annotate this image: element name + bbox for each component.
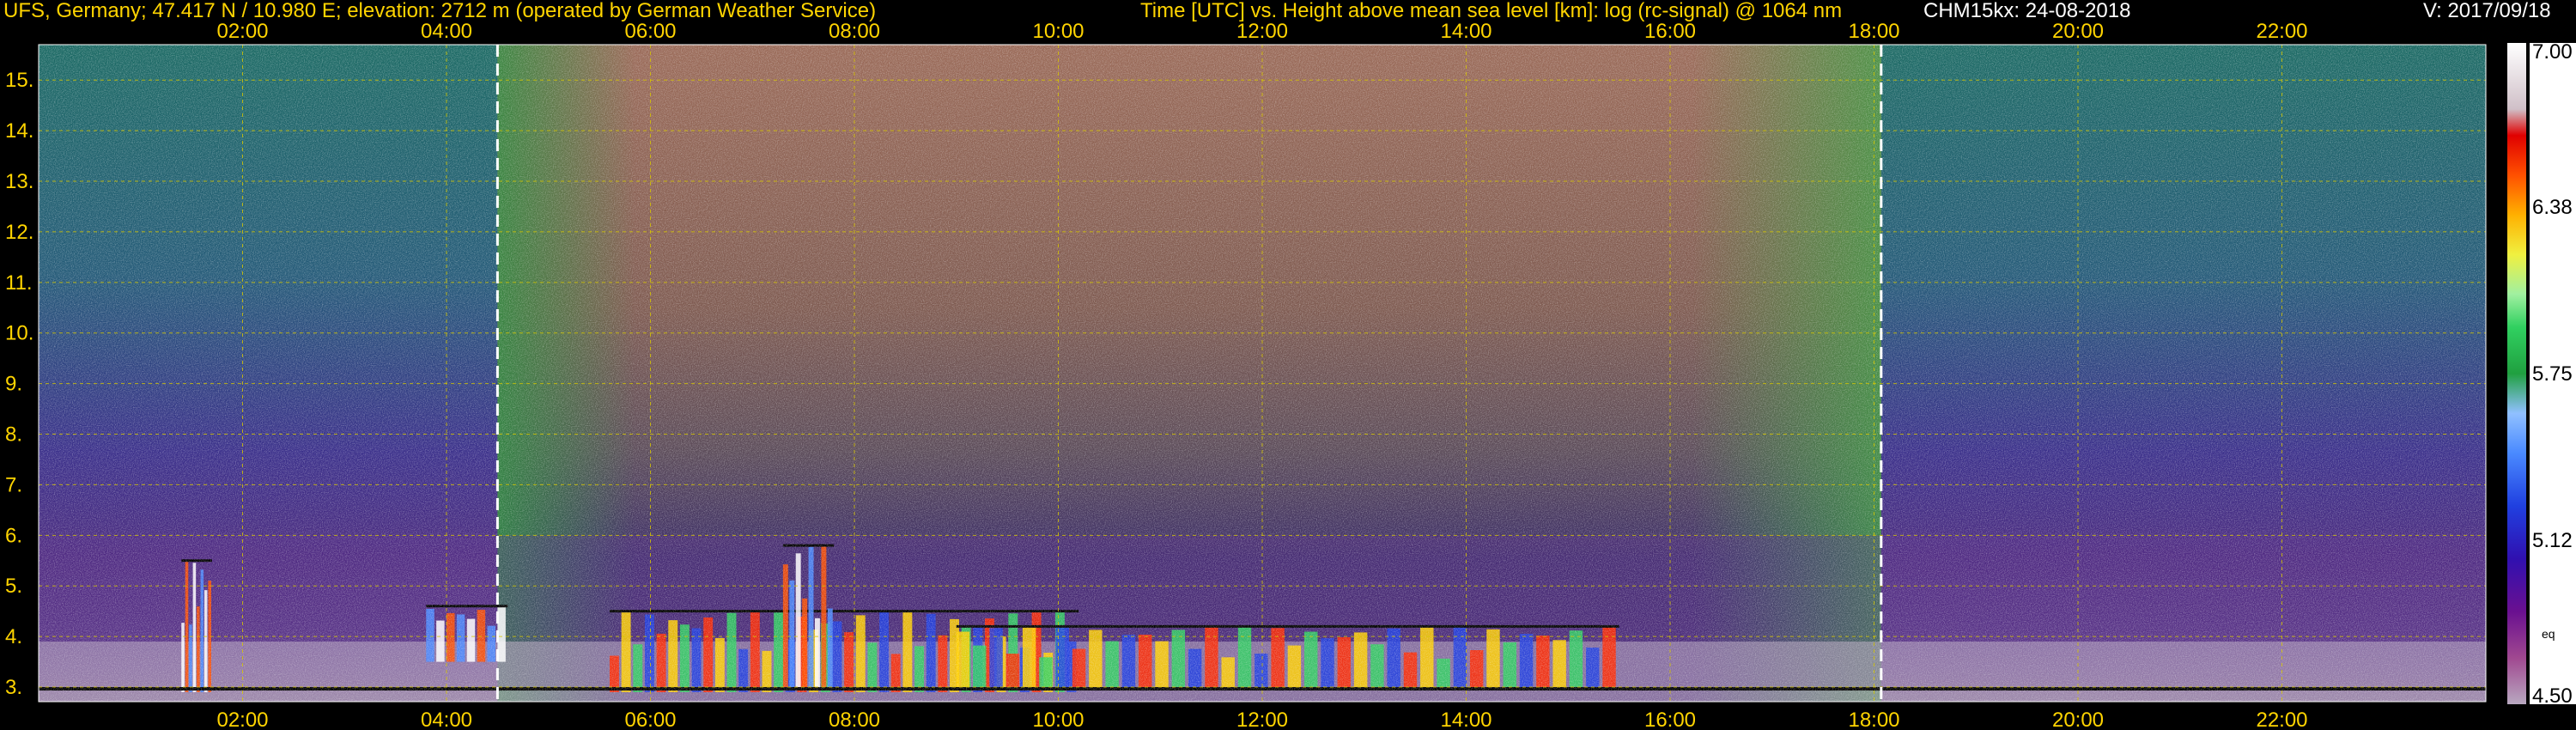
y-tick-9: 12. bbox=[5, 221, 33, 244]
x-tick-top-0: 02:00 bbox=[216, 20, 268, 43]
y-tick-11: 14. bbox=[5, 119, 33, 143]
y-tick-5: 8. bbox=[5, 423, 22, 447]
y-tick-2: 5. bbox=[5, 575, 22, 598]
x-tick-top-4: 10:00 bbox=[1032, 20, 1084, 43]
x-tick-bottom-1: 04:00 bbox=[421, 709, 472, 730]
x-tick-bottom-2: 06:00 bbox=[624, 709, 676, 730]
x-tick-bottom-6: 14:00 bbox=[1440, 709, 1492, 730]
y-tick-4: 7. bbox=[5, 473, 22, 496]
x-tick-top-10: 22:00 bbox=[2256, 20, 2307, 43]
x-tick-top-6: 14:00 bbox=[1440, 20, 1492, 43]
x-tick-bottom-3: 08:00 bbox=[829, 709, 880, 730]
y-tick-1: 4. bbox=[5, 625, 22, 648]
x-tick-top-3: 08:00 bbox=[829, 20, 880, 43]
x-tick-top-1: 04:00 bbox=[421, 20, 472, 43]
x-tick-top-2: 06:00 bbox=[624, 20, 676, 43]
colorbar-tick-2: 5.75 bbox=[2532, 362, 2573, 386]
x-tick-bottom-5: 12:00 bbox=[1236, 709, 1288, 730]
x-axis-top: 02:00 04:00 06:00 08:00 10:00 12:00 14:00 16:00… bbox=[216, 20, 2307, 43]
ceilometer-chart: 02:00 04:00 06:00 08:00 10:00 12:00 14:00 16:00… bbox=[5, 20, 2576, 730]
y-tick-7: 10. bbox=[5, 322, 33, 345]
x-tick-bottom-4: 10:00 bbox=[1032, 709, 1084, 730]
x-tick-top-9: 20:00 bbox=[2052, 20, 2104, 43]
x-axis-bottom: 02:00 04:00 06:00 08:00 10:00 12:00 14:00 16:00… bbox=[216, 709, 2307, 730]
x-tick-top-7: 16:00 bbox=[1644, 20, 1696, 43]
y-tick-8: 11. bbox=[5, 271, 33, 295]
x-tick-bottom-0: 02:00 bbox=[216, 709, 268, 730]
y-tick-6: 9. bbox=[5, 373, 22, 396]
colorbar-tick-0: 7.00 bbox=[2532, 40, 2573, 64]
y-tick-10: 13. bbox=[5, 170, 33, 193]
colorbar-tick-3: 5.12 bbox=[2532, 529, 2573, 552]
y-tick-0: 3. bbox=[5, 676, 22, 699]
x-tick-top-8: 18:00 bbox=[1848, 20, 1899, 43]
colorbar-tick-1: 6.38 bbox=[2532, 196, 2573, 219]
x-tick-bottom-9: 20:00 bbox=[2052, 709, 2104, 730]
colorbar-gradient bbox=[2507, 43, 2526, 704]
y-tick-12: 15. bbox=[5, 69, 33, 92]
colorbar: 7.00 6.38 5.75 5.12 4.50 eq bbox=[2507, 40, 2576, 708]
x-tick-bottom-8: 18:00 bbox=[1848, 709, 1899, 730]
x-tick-bottom-7: 16:00 bbox=[1644, 709, 1696, 730]
y-tick-3: 6. bbox=[5, 524, 22, 547]
y-axis: 3. 4. 5. 6. 7. 8. 9. 10. 11. 12. 13. 14. 15. bbox=[5, 69, 33, 699]
colorbar-unit: eq bbox=[2542, 627, 2555, 641]
x-tick-top-5: 12:00 bbox=[1236, 20, 1288, 43]
x-tick-bottom-10: 22:00 bbox=[2256, 709, 2307, 730]
colorbar-tick-4: 4.50 bbox=[2532, 684, 2573, 708]
